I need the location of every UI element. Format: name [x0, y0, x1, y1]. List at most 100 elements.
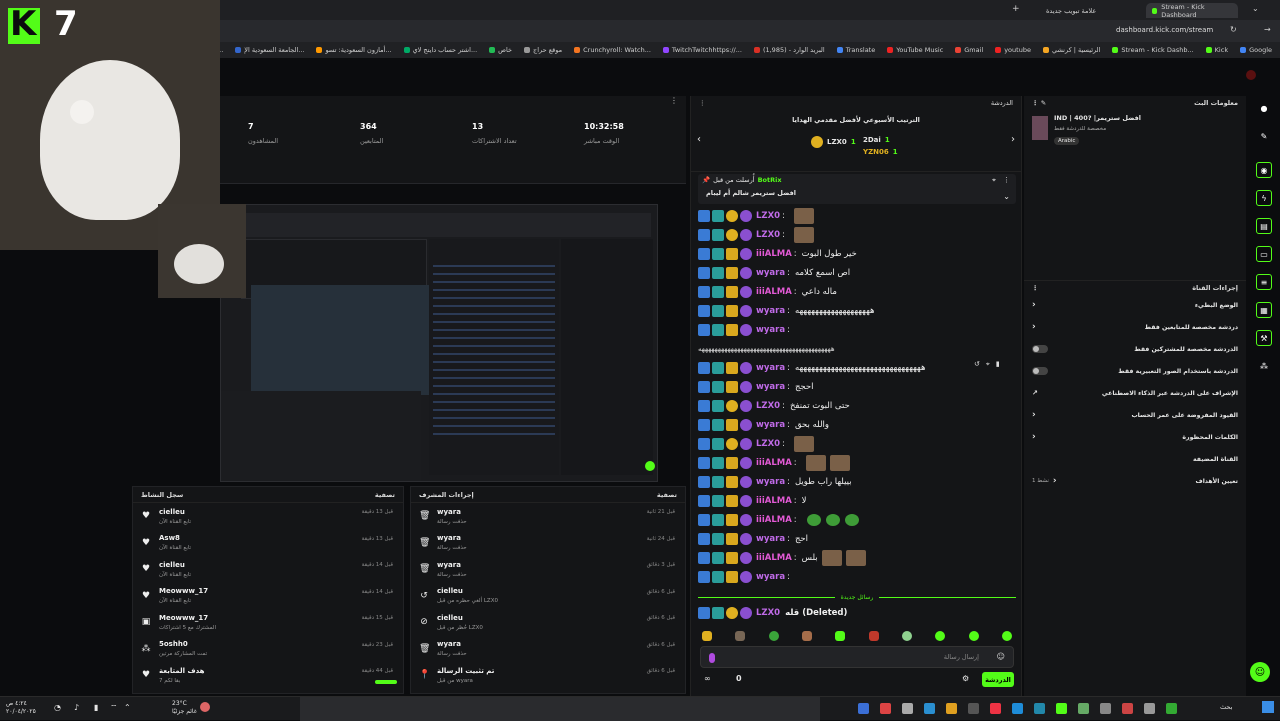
taskbar-app-icon[interactable] [1122, 703, 1133, 714]
taskbar-app-icon[interactable] [990, 703, 1001, 714]
chevron-down-icon[interactable]: ⌄ [1252, 4, 1259, 13]
chat-username[interactable]: iiiALMA [756, 515, 792, 525]
pin-icon[interactable]: ⌖ [986, 360, 990, 369]
chat-message[interactable]: iiiALMA: خير طول البوت [698, 244, 1016, 263]
list-item[interactable]: ♥ هدف المتابعة 7 بقا لكم قبل 44 دقيقة [133, 662, 403, 689]
tab-new[interactable]: علامة تبويب جديدة [1040, 3, 1140, 18]
chat-message[interactable]: wyara: والله بحق [698, 415, 1016, 434]
chat-username[interactable]: iiiALMA [756, 496, 792, 506]
list-item[interactable]: ♥ Asw8 تابع القناة الآن قبل 13 دقيقة [133, 530, 403, 557]
chat-message[interactable]: iiiALMA: [698, 453, 1016, 472]
bookmark-item[interactable]: البريد الوارد - (1,985) [753, 46, 825, 54]
chat-message[interactable]: wyara: هههههههههههههههههههه [698, 301, 1016, 320]
chat-message[interactable]: LZX0: [698, 225, 1016, 244]
bookmark-item[interactable]: Google [1240, 46, 1272, 54]
chat-username[interactable]: wyara [756, 325, 785, 335]
taskbar-app-icon[interactable] [1056, 703, 1067, 714]
mic-icon[interactable]: ▮ [94, 703, 98, 712]
chevron-down-icon[interactable]: ⌄ [1003, 192, 1010, 201]
taskbar-app-icon[interactable] [858, 703, 869, 714]
chevron-right-icon[interactable]: › [1053, 476, 1057, 486]
taskbar-app-icon[interactable] [1078, 703, 1089, 714]
help-chat-icon[interactable]: ☺ [1250, 662, 1270, 682]
chat-message[interactable]: LZX0: حتى البوت تمنفخ [698, 396, 1016, 415]
share-icon[interactable]: ⁂ [1256, 358, 1272, 374]
stats-menu-icon[interactable]: ⋮ [220, 96, 686, 106]
delete-icon[interactable]: ▮ [996, 360, 1000, 369]
taskbar-app-icon[interactable] [1166, 703, 1177, 714]
chat-username[interactable]: iiiALMA [756, 249, 792, 259]
list-item[interactable]: ♥ Meowww_17 تابع القناة الآن قبل 14 دقيقة [133, 583, 403, 610]
lightning-icon[interactable]: ϟ [1256, 190, 1272, 206]
list-item[interactable]: ▣ Meowww_17 المشترك مع 5 اشتراكات قبل 15 دق… [133, 609, 403, 636]
emote-icon[interactable] [1001, 631, 1012, 641]
chat-icon[interactable]: ▭ [1256, 246, 1272, 262]
windows-start-icon[interactable] [1262, 701, 1274, 713]
edit-icon[interactable]: ✎ [1256, 128, 1272, 144]
list-item[interactable]: ⁂ 5oshh0 تمت المشاركة مرتين قبل 23 دقيقة [133, 636, 403, 663]
chat-username[interactable]: LZX0 [756, 230, 780, 240]
bookmark-item[interactable]: أمازون السعودية: تسو... [316, 46, 392, 54]
list-item[interactable]: ♥ cielleu تابع القناة الآن قبل 14 دقيقة [133, 556, 403, 583]
unpin-icon[interactable]: ⌖ [992, 176, 996, 185]
chat-username[interactable]: wyara [756, 420, 785, 430]
chat-message[interactable]: iiiALMA: لا [698, 491, 1016, 510]
chat-username[interactable]: LZX0 [756, 211, 780, 221]
channel-action-item[interactable]: تعيين الأهداف نشط 1 › [1024, 470, 1246, 492]
taskbar-app-icon[interactable] [924, 703, 935, 714]
channel-action-item[interactable]: الدردشة باستخدام الصور التعبيرية فقط [1024, 360, 1246, 382]
channel-action-item[interactable]: الإشراف على الدردشة عبر الذكاء الاصطناعي… [1024, 382, 1246, 404]
emote-icon[interactable] [702, 631, 712, 641]
list-item[interactable]: ♥ cielleu تابع القناة الآن قبل 13 دقيقة [133, 503, 403, 530]
chat-message[interactable]: wyara: بييلها راب طويل [698, 472, 1016, 491]
emote-icon[interactable] [768, 631, 779, 641]
edit-icon[interactable]: ✎ ⋮ [1032, 99, 1046, 107]
chat-username[interactable]: LZX0 [756, 439, 780, 449]
chevron-right-icon[interactable]: › [1032, 300, 1036, 310]
mic-icon[interactable] [709, 653, 715, 663]
chevron-right-icon[interactable]: › [1032, 410, 1036, 420]
taskbar-app-icon[interactable] [1034, 703, 1045, 714]
chat-username[interactable]: wyara [756, 572, 785, 582]
list-item[interactable]: 📍 تم تثبيت الرسالة من قبل wyara قبل 6 دقائق [411, 662, 685, 689]
activity-filter-button[interactable]: تصفية [375, 491, 395, 499]
wifi-icon[interactable]: ⌔ [110, 703, 118, 713]
chat-message[interactable]: iiiALMA: [698, 510, 1016, 529]
chat-username[interactable]: wyara [756, 268, 785, 278]
info-icon[interactable]: ● [1256, 100, 1272, 116]
chat-message[interactable]: wyara: [698, 320, 1016, 339]
list-item[interactable]: ↺ cielleu ألغي حظره من قبل LZX0 قبل 6 دقائق [411, 583, 685, 610]
modlog-filter-button[interactable]: تصفية [657, 491, 677, 499]
stream-preview[interactable] [220, 204, 658, 482]
emoji-icon[interactable]: ☺ [997, 652, 1005, 661]
bookmark-item[interactable]: Translate [836, 46, 875, 54]
chat-username[interactable]: iiiALMA [756, 287, 792, 297]
weather-widget[interactable]: 23°C غائم جزئيًا [172, 700, 197, 716]
list-item[interactable]: 🗑 wyara حذفت رسالة قبل 21 ثانية [411, 503, 685, 530]
channel-action-item[interactable]: القيود المفروضة على عمر الحساب › [1024, 404, 1246, 426]
bookmark-item[interactable]: Gmail [955, 46, 983, 54]
external-link-icon[interactable]: ↗ [1032, 389, 1038, 397]
reload-icon[interactable]: ↻ [1230, 25, 1237, 34]
bookmark-item[interactable]: اشتر حساب دايتج لاي... [403, 46, 477, 54]
emote-icon[interactable] [968, 631, 979, 641]
wrench-icon[interactable]: ⚒ [1256, 330, 1272, 346]
toggle-switch[interactable] [1032, 367, 1048, 375]
taskbar-app-icon[interactable] [946, 703, 957, 714]
emote-icon[interactable] [868, 631, 879, 641]
chat-username[interactable]: wyara [756, 306, 785, 316]
reply-icon[interactable]: ↺ [974, 360, 980, 369]
gear-icon[interactable]: ⚙ [962, 674, 969, 683]
emote-icon[interactable] [801, 631, 812, 641]
new-tab-button[interactable]: + [1012, 4, 1020, 14]
channel-action-item[interactable]: دردشة مخصصة للمتابعين فقط › [1024, 316, 1246, 338]
list-item[interactable]: 🗑 wyara حذفت رسالة قبل 24 ثانية [411, 530, 685, 557]
taskbar-app-icon[interactable] [1012, 703, 1023, 714]
emote-icon[interactable] [835, 631, 846, 641]
deleted-message[interactable]: LZX0 قله (Deleted) [698, 604, 1016, 622]
chat-username[interactable]: iiiALMA [756, 553, 792, 563]
chat-message[interactable]: wyara: اص اسمع كلامه [698, 263, 1016, 282]
chat-message[interactable]: iiiALMA: ماله داعي [698, 282, 1016, 301]
settings-icon[interactable]: ∞ [704, 674, 711, 683]
bookmark-item[interactable]: Crunchyroll: Watch... [574, 46, 651, 54]
